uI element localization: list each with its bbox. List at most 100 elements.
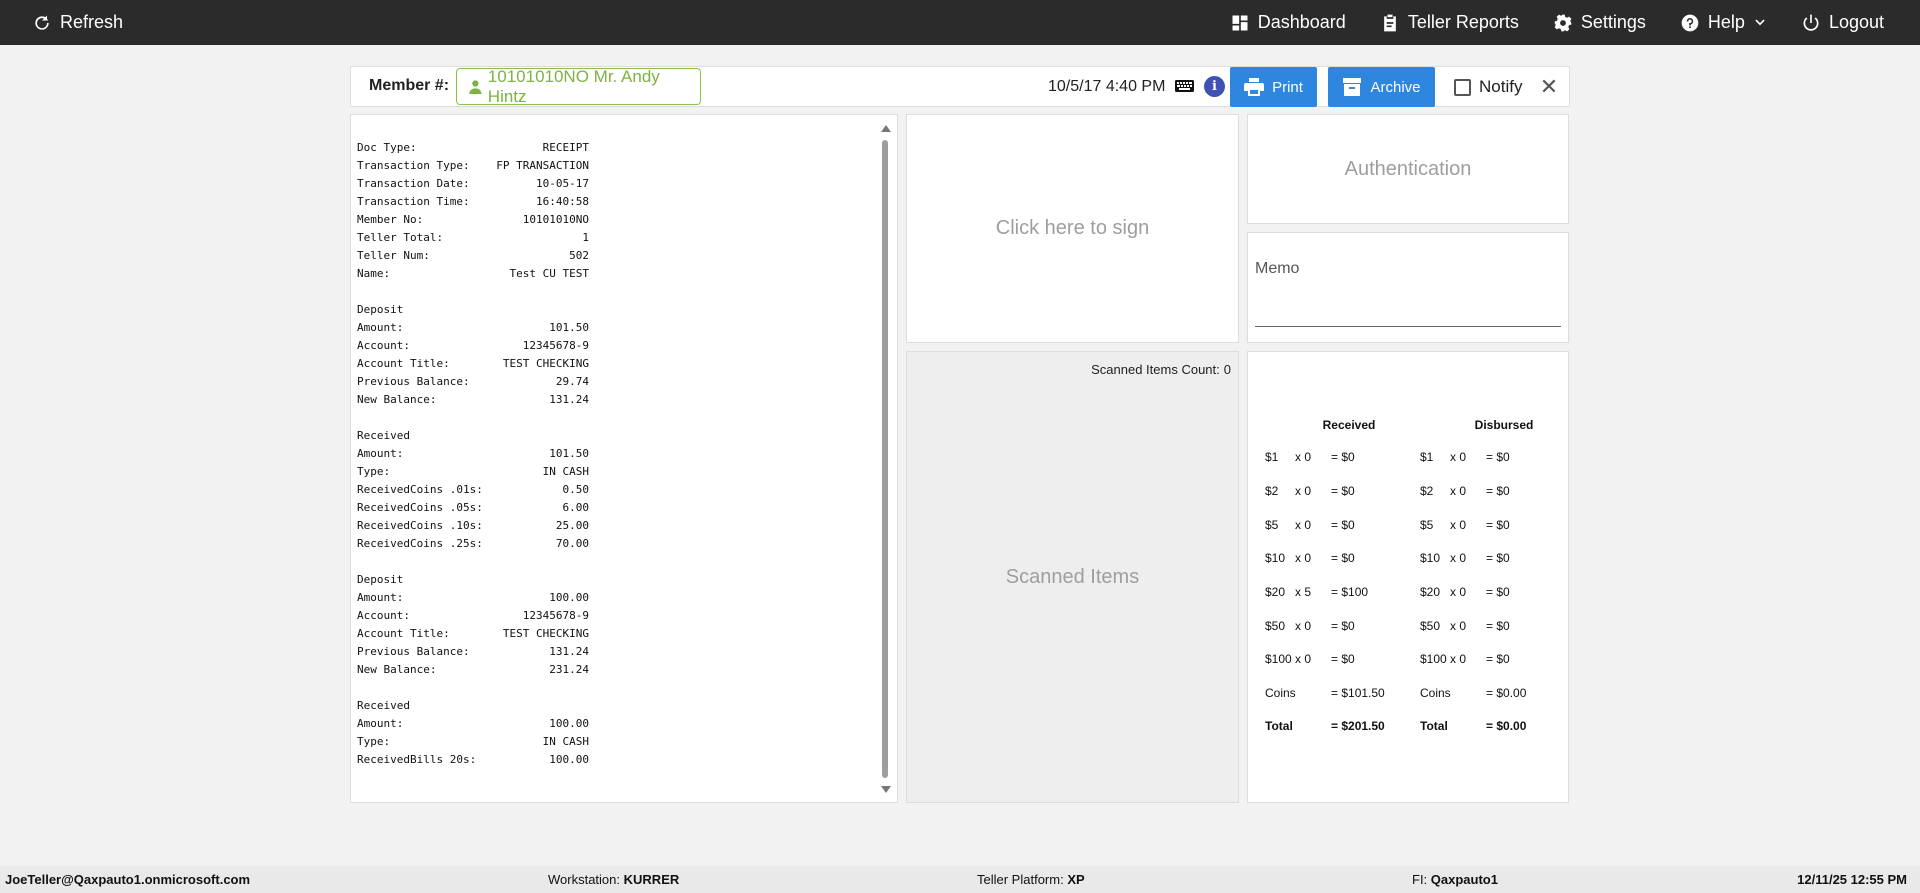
print-label: Print: [1272, 78, 1303, 96]
disbursed-row: $2 x 0 = $0: [1420, 484, 1560, 500]
signature-prompt: Click here to sign: [995, 217, 1150, 239]
disbursed-count: x 0: [1450, 450, 1467, 464]
received-denomination: $1: [1265, 450, 1279, 464]
disbursed-amount: = $0: [1486, 585, 1510, 599]
disbursed-denomination: $100: [1420, 652, 1447, 666]
received-denomination: $2: [1265, 484, 1279, 498]
received-row: $5 x 0 = $0: [1265, 518, 1405, 534]
disbursed-denomination: $10: [1420, 551, 1441, 565]
memo-input-underline[interactable]: [1255, 326, 1561, 327]
notify-toggle[interactable]: Notify: [1454, 77, 1522, 97]
footer-workstation-label: Workstation:: [548, 872, 621, 887]
memo-panel[interactable]: Memo: [1247, 232, 1569, 343]
receipt-line: Received: [357, 427, 589, 445]
teller-reports-label: Teller Reports: [1407, 12, 1519, 32]
received-denomination: Total: [1265, 719, 1293, 733]
received-count: x 0: [1295, 450, 1312, 464]
disbursed-denomination: $1: [1420, 450, 1434, 464]
received-amount: = $201.50: [1331, 719, 1385, 733]
print-button[interactable]: Print: [1230, 67, 1317, 107]
received-row: $2 x 0 = $0: [1265, 484, 1405, 500]
keyboard-icon[interactable]: [1175, 78, 1194, 94]
receipt-line-label: ReceivedCoins .05s:: [357, 501, 483, 514]
footer-fi: FI: Qaxpauto1: [1412, 872, 1498, 887]
receipt-line: Doc Type: RECEIPT: [357, 139, 589, 157]
memo-label: Memo: [1255, 260, 1300, 277]
settings-link[interactable]: Settings: [1553, 0, 1646, 45]
receipt-line-label: Transaction Time:: [357, 195, 470, 208]
receipt-line-value: IN CASH: [542, 735, 589, 748]
teller-reports-link[interactable]: Teller Reports: [1380, 0, 1519, 45]
received-row: $20 x 5 = $100: [1265, 585, 1405, 601]
receipt-line: Amount: 101.50: [357, 445, 589, 463]
authentication-title: Authentication: [1344, 157, 1472, 180]
logout-link[interactable]: Logout: [1801, 0, 1884, 45]
notify-checkbox[interactable]: [1454, 78, 1471, 96]
receipt-line: Member No: 10101010NO: [357, 211, 589, 229]
disbursed-row: $50 x 0 = $0: [1420, 619, 1560, 635]
receipt-line-value: 101.50: [549, 321, 589, 334]
receipt-line: Teller Num: 502: [357, 247, 589, 265]
receipt-line: Type: IN CASH: [357, 733, 589, 751]
dashboard-link[interactable]: Dashboard: [1230, 0, 1346, 45]
info-icon[interactable]: i: [1204, 76, 1225, 97]
footer-fi-value: Qaxpauto1: [1430, 872, 1498, 887]
receipt-line-label: ReceivedBills 20s:: [357, 753, 477, 766]
receipt-line: New Balance: 131.24: [357, 391, 589, 409]
disbursed-denomination: $2: [1420, 484, 1434, 498]
authentication-panel[interactable]: Authentication: [1247, 114, 1569, 224]
received-row: $1 x 0 = $0: [1265, 450, 1405, 466]
scroll-up-arrow-icon[interactable]: [881, 125, 891, 132]
receipt-scrollbar[interactable]: [880, 125, 891, 793]
received-count: x 0: [1295, 484, 1312, 498]
archive-button[interactable]: Archive: [1328, 67, 1435, 107]
user-icon: [469, 79, 482, 94]
receipt-line-value: Test CU TEST: [509, 267, 589, 280]
receipt-line-label: New Balance:: [357, 393, 437, 406]
clipboard-icon: [1383, 14, 1396, 31]
received-row: Total = $201.50: [1265, 719, 1405, 735]
footer-platform-value: XP: [1067, 872, 1085, 887]
receipt-line-label: Type:: [357, 465, 391, 478]
received-header: Received: [1322, 418, 1376, 432]
receipt-line-value: 10-05-17: [536, 177, 589, 190]
refresh-button[interactable]: Refresh: [32, 0, 123, 45]
receipt-line: Previous Balance: 29.74: [357, 373, 589, 391]
received-amount: = $0: [1331, 652, 1355, 666]
receipt-line: Deposit: [357, 571, 589, 589]
receipt-line-label: Name:: [357, 267, 391, 280]
footer-user: JoeTeller@Qaxpauto1.onmicrosoft.com: [5, 872, 251, 887]
receipt-line-label: Account Title:: [357, 627, 450, 640]
received-count: x 0: [1295, 551, 1312, 565]
receipt-line-label: Account:: [357, 609, 410, 622]
receipt-line-value: IN CASH: [542, 465, 589, 478]
receipt-blank-line: [357, 409, 589, 427]
member-selector[interactable]: 10101010NO Mr. Andy Hintz: [456, 67, 701, 106]
notify-label: Notify: [1479, 77, 1523, 96]
printer-icon: [1244, 78, 1265, 96]
refresh-icon: [35, 15, 49, 30]
signature-pad[interactable]: Click here to sign: [906, 114, 1239, 343]
scroll-down-arrow-icon[interactable]: [881, 786, 891, 793]
settings-label: Settings: [1580, 12, 1646, 32]
receipt-line: Amount: 100.00: [357, 589, 589, 607]
receipt-line-label: ReceivedCoins .25s:: [357, 537, 483, 550]
disbursed-row: $10 x 0 = $0: [1420, 551, 1560, 567]
received-count: x 0: [1295, 652, 1312, 666]
close-icon[interactable]: ✕: [1537, 74, 1561, 100]
receipt-line: Name: Test CU TEST: [357, 265, 589, 283]
member-bar: Member #: 10101010NO Mr. Andy Hintz 10/5…: [350, 66, 1570, 107]
receipt-line-value: 29.74: [555, 375, 589, 388]
receipt-text: Doc Type: RECEIPT Transaction Type: FP TRAN…: [357, 139, 589, 769]
dashboard-label: Dashboard: [1257, 12, 1346, 32]
receipt-line-label: Member No:: [357, 213, 424, 226]
scroll-thumb[interactable]: [882, 140, 888, 778]
disbursed-denomination: $50: [1420, 619, 1441, 633]
footer-workstation-value: KURRER: [623, 872, 680, 887]
received-denomination: $10: [1265, 551, 1286, 565]
help-menu[interactable]: Help: [1680, 0, 1767, 45]
receipt-line: Account: 12345678-9: [357, 337, 589, 355]
disbursed-amount: = $0.00: [1486, 686, 1527, 700]
disbursed-amount: = $0: [1486, 652, 1510, 666]
receipt-line-label: Deposit: [357, 573, 404, 586]
